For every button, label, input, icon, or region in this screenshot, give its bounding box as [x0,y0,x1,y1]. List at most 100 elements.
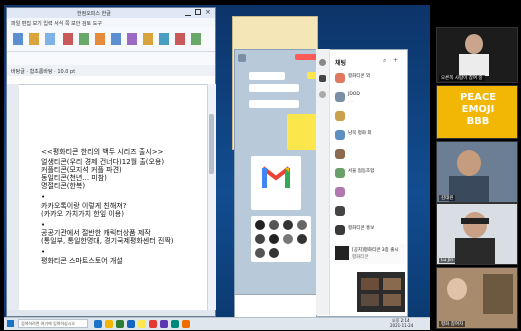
document-line: • [41,248,46,256]
taskbar: 검색하려면 여기에 입력하십시오 오후 2:14 2021-11-24 [4,317,430,330]
picture-icon[interactable] [111,33,121,45]
hwp-window: 한컴오피스 한글 × 파일 편집 보기 입력 서식 쪽 보안 검토 도구 바탕글… [6,7,216,317]
chats-icon[interactable] [319,75,326,82]
close-icon[interactable]: × [205,8,211,16]
chat-row[interactable] [335,205,409,219]
search-placeholder: 검색하려면 여기에 입력하십시오 [21,321,76,326]
chat-row-avatar [335,149,345,159]
participant-name: Lu Jin [439,258,456,263]
chat-row-message: ... [348,79,352,84]
document-line: 명절티콘(한복) [41,182,86,190]
chat-row-name: 평화티콘 홍보 [348,226,375,231]
scroll-thumb[interactable] [209,114,214,174]
paste-icon[interactable] [29,33,39,45]
left-gutter [7,84,19,310]
copy-icon[interactable] [13,33,23,45]
document-line: 카카오톡이랑 이렇게 친해져? [41,202,127,210]
sticker [255,248,265,258]
chat-row[interactable]: 남북 평화 외 [335,129,409,143]
link-preview-card[interactable] [251,156,301,210]
chat-bubble [249,72,285,80]
app-icon[interactable] [171,320,179,328]
maximize-icon[interactable] [195,9,201,15]
start-icon[interactable] [7,320,14,327]
find-icon[interactable] [191,33,201,45]
taskview-icon[interactable] [94,320,102,328]
sticker [297,220,307,230]
video-tile-1[interactable]: 오른쪽 사람이 참여 중 [436,27,518,83]
document-page[interactable]: <<평화티콘 한리의 백두 시리즈 출시>> 얼생티콘(우리 경제 건너다)12월… [21,86,207,310]
chat-row-avatar [335,168,345,178]
gmail-icon [261,166,291,188]
video-gallery: 오른쪽 사람이 참여 중 PEACE EMOJI BBB 김태원 Lu Jin … [436,5,518,329]
sticker-sheet [251,216,311,262]
promo-row[interactable]: [공지]평화티콘 3종 출시 평화티콘 [335,244,405,264]
hwp-menubar[interactable]: 파일 편집 보기 입력 서식 쪽 보안 검토 도구 [7,18,215,27]
peace-emoji-logo: PEACE EMOJI BBB [459,92,497,127]
chat-row-avatar [335,73,345,83]
minimize-icon[interactable] [185,9,191,16]
document-line: • [41,193,46,201]
vertical-scrollbar[interactable] [207,84,216,310]
format-icon[interactable] [45,33,55,45]
promo-image [357,272,405,312]
style-icon[interactable] [175,33,185,45]
glasses-icon [461,218,489,224]
search-icon[interactable]: ⌕ [383,57,386,65]
hwp-icon[interactable] [127,320,135,328]
chat-row-avatar [335,206,345,216]
chat-row-avatar [335,225,345,235]
zoom-icon[interactable] [160,320,168,328]
chat-row[interactable] [335,148,409,162]
kakao-icon[interactable] [138,320,146,328]
document-line: (통일부, 통일한명대, 경기국제평화센터 진짝) [41,237,174,245]
ruler [7,76,215,85]
chat-row[interactable] [335,110,409,124]
char-icon[interactable] [143,33,153,45]
video-tile-4[interactable]: Lu Jin [436,203,518,265]
participant-face [463,212,487,238]
toolbar-divider [7,51,215,52]
clock-date: 2021-11-24 [390,323,414,328]
chart-icon[interactable] [95,33,105,45]
chat-bubble [249,84,299,92]
more-icon[interactable] [319,91,326,98]
friends-icon[interactable] [319,59,326,66]
chat-row[interactable]: 서울 협동조합 [335,167,409,181]
participant-name: 평화 참여자 [439,321,466,327]
chat-row[interactable] [335,186,409,200]
textbox-icon[interactable] [127,33,137,45]
photo-tile [361,294,379,306]
chat-row[interactable]: JDOD.... [335,91,409,105]
sticker [269,234,279,244]
sticker [269,220,279,230]
explorer-icon[interactable] [105,320,113,328]
chat-list-title: 채팅 [335,60,347,67]
app-icon[interactable] [182,320,190,328]
participant-face [447,278,467,300]
search-box[interactable]: 검색하려면 여기에 입력하십시오 [18,319,88,328]
chat-row[interactable]: 평화티콘 외... [335,72,409,86]
table-icon[interactable] [79,33,89,45]
chat-row[interactable]: 평화티콘 홍보 [335,224,409,238]
video-tile-3[interactable]: 김태원 [436,141,518,203]
promo-thumbnail [335,246,349,260]
para-icon[interactable] [159,33,169,45]
chat-row-avatar [335,111,345,121]
hwp-menu-items[interactable]: 파일 편집 보기 입력 서식 쪽 보안 검토 도구 [11,20,102,27]
video-tile-5[interactable]: 평화 참여자 [436,267,518,329]
format-bar-text[interactable]: 바탕글 · 함초롬바탕 · 10.0 pt [11,68,75,75]
chat-row-avatar [335,92,345,102]
video-tile-2[interactable]: PEACE EMOJI BBB [436,85,518,139]
chrome-icon[interactable] [149,320,157,328]
background-shelf [483,274,513,314]
participant-body [455,238,495,264]
hwp-toolbar [7,27,215,66]
sticker [255,234,265,244]
shape-icon[interactable] [63,33,73,45]
app-icon[interactable] [116,320,124,328]
hwp-titlebar: 한컴오피스 한글 × [7,8,215,18]
chat-row-avatar [335,130,345,140]
new-chat-icon[interactable]: + [393,57,398,64]
document-line: (카카오 가치가치 한잎 이용) [41,210,124,218]
